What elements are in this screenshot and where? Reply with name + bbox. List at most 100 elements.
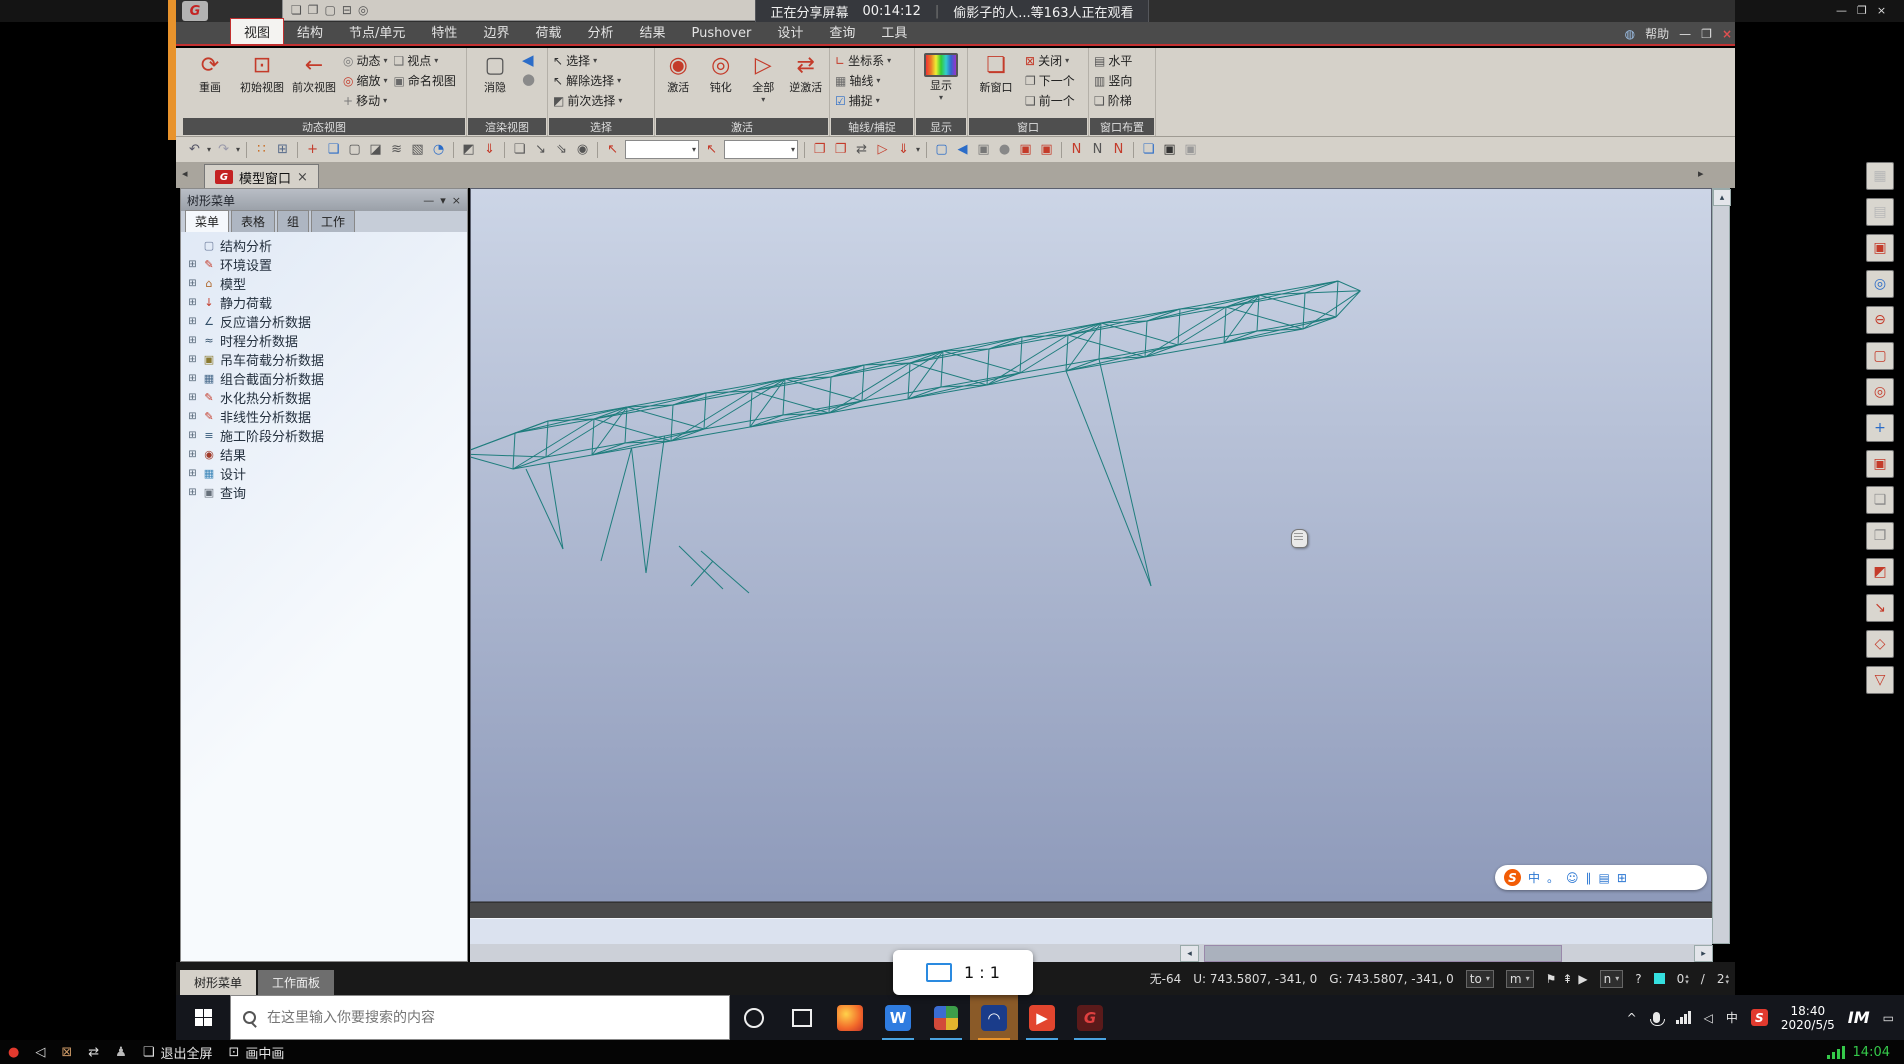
tab-model-window[interactable]: G 模型窗口 ×	[204, 164, 319, 189]
close-icon[interactable]: ×	[1877, 4, 1886, 17]
menu-tab-工具[interactable]: 工具	[868, 19, 920, 44]
presenter-icon[interactable]: ♟	[115, 1045, 127, 1060]
toolbar-icon-42[interactable]: N	[1110, 142, 1127, 157]
status-mini-icon-1[interactable]: ⇞	[1562, 972, 1572, 986]
toolbar-icon-24[interactable]: ↖	[703, 142, 720, 157]
taskbar-app-wpp[interactable]: ▶	[1018, 995, 1066, 1040]
tree-expander-icon[interactable]: ⊞	[187, 316, 198, 327]
camera-off-icon[interactable]: ⊠	[61, 1045, 72, 1060]
right-toolbar-icon-6[interactable]: ◎	[1866, 378, 1894, 406]
toolbar-icon-18[interactable]: ↘	[532, 142, 549, 157]
toolbar-icon-0[interactable]: ↶	[186, 142, 203, 157]
search-input[interactable]	[265, 1009, 689, 1027]
vscroll-up-icon[interactable]: ▴	[1713, 189, 1731, 206]
qat-icon-3[interactable]: ⊟	[342, 3, 352, 17]
tree-item-反应谱分析数据[interactable]: ⊞∠反应谱分析数据	[187, 312, 467, 331]
right-toolbar-icon-1[interactable]: ▤	[1866, 198, 1894, 226]
tree-item-组合截面分析数据[interactable]: ⊞▦组合截面分析数据	[187, 369, 467, 388]
ribbon-button-选择[interactable]: ↖选择▾	[551, 51, 624, 70]
tab-close-icon[interactable]: ×	[297, 170, 308, 185]
menu-tab-设计[interactable]: 设计	[764, 19, 816, 44]
taskbar-app-task-view[interactable]	[778, 995, 826, 1040]
tree-item-静力荷载[interactable]: ⊞↓静力荷载	[187, 293, 467, 312]
tree-tab-表格[interactable]: 表格	[231, 210, 275, 232]
tree-item-水化热分析数据[interactable]: ⊞✎水化热分析数据	[187, 388, 467, 407]
ribbon-button-阶梯[interactable]: ❏阶梯	[1092, 91, 1134, 110]
tree-expander-icon[interactable]: ⊞	[187, 449, 198, 460]
toolbar-icon-41[interactable]: N	[1089, 142, 1106, 157]
panel-pin-icon[interactable]: ▾	[440, 194, 446, 207]
sogou-icon-5[interactable]: ⊞	[1617, 871, 1627, 885]
toolbar-icon-29[interactable]: ⇄	[853, 142, 870, 157]
toolbar-icon-1[interactable]: ↷	[215, 142, 232, 157]
tree-expander-icon[interactable]: ⊞	[187, 487, 198, 498]
toolbar-icon-33[interactable]: ▢	[933, 142, 950, 157]
ribbon-button-激活[interactable]: ◉激活	[658, 51, 699, 95]
ribbon-button-前一个[interactable]: ❑前一个	[1023, 91, 1077, 110]
ribbon-button-前次视图[interactable]: ←前次视图	[289, 51, 339, 95]
ribbon-button-前次选择[interactable]: ◩前次选择▾	[551, 91, 624, 110]
right-toolbar-icon-8[interactable]: ▣	[1866, 450, 1894, 478]
tree-item-模型[interactable]: ⊞⌂模型	[187, 274, 467, 293]
sogou-icon-0[interactable]: 中	[1528, 869, 1540, 886]
right-toolbar-icon-4[interactable]: ⊖	[1866, 306, 1894, 334]
ribbon-button-捕捉[interactable]: ☑捕捉▾	[833, 91, 893, 110]
render-icon-0[interactable]: ◀	[522, 51, 535, 69]
toolbar-icon-44[interactable]: ❏	[1140, 142, 1157, 157]
action-center-icon[interactable]: ▭	[1883, 1011, 1894, 1025]
toolbar-icon-9[interactable]: ◪	[367, 142, 384, 157]
toolbar-icon-31[interactable]: ⇓	[895, 142, 912, 157]
tab-scroll-right-icon[interactable]: ▸	[1698, 167, 1704, 180]
toolbar-icon-22[interactable]: ↖	[604, 142, 621, 157]
tree-item-设计[interactable]: ⊞▦设计	[187, 464, 467, 483]
toolbar-icon-27[interactable]: ❐	[811, 142, 828, 157]
taskbar-app-midas-civil[interactable]: G	[1066, 995, 1114, 1040]
tree-item-吊车荷载分析数据[interactable]: ⊞▣吊车荷载分析数据	[187, 350, 467, 369]
ribbon-button-关闭[interactable]: ⊠关闭▾	[1023, 51, 1077, 70]
toolbar-icon-45[interactable]: ▣	[1161, 142, 1178, 157]
toolbar-icon-38[interactable]: ▣	[1038, 142, 1055, 157]
app-restore-button[interactable]: ❐	[1701, 27, 1712, 41]
tree-expander-icon[interactable]: ⊞	[187, 411, 198, 422]
toolbar-icon-34[interactable]: ◀	[954, 142, 971, 157]
status-mini-icon-0[interactable]: ⚑	[1546, 972, 1557, 986]
qat-icon-1[interactable]: ❐	[308, 3, 319, 17]
menu-tab-查询[interactable]: 查询	[816, 19, 868, 44]
ribbon-button-全部[interactable]: ▷全部▾	[743, 51, 784, 104]
toolbar-icon-7[interactable]: ❑	[325, 142, 342, 157]
panel-tab-工作面板[interactable]: 工作面板	[258, 970, 334, 995]
tree-tab-组[interactable]: 组	[277, 210, 309, 232]
menu-tab-节点/单元[interactable]: 节点/单元	[336, 19, 418, 44]
toolbar-icon-6[interactable]: +	[304, 142, 321, 157]
taskbar-app-wps[interactable]: W	[874, 995, 922, 1040]
tree-expander-icon[interactable]: ⊞	[187, 335, 198, 346]
record-icon[interactable]: ●	[8, 1045, 19, 1060]
toolbar-icon-15[interactable]: ⇓	[481, 142, 498, 157]
tree-item-时程分析数据[interactable]: ⊞≈时程分析数据	[187, 331, 467, 350]
tree-tab-菜单[interactable]: 菜单	[185, 210, 229, 232]
sogou-icon-2[interactable]: ☺	[1566, 871, 1579, 885]
taskbar-search[interactable]	[230, 995, 730, 1040]
pip-button[interactable]: ⊡ 画中画	[228, 1043, 284, 1062]
qat-icon-0[interactable]: ❏	[291, 3, 302, 17]
toolbar-icon-36[interactable]: ●	[996, 142, 1013, 157]
menu-tab-荷载[interactable]: 荷载	[522, 19, 574, 44]
ribbon-button-动态[interactable]: ◎动态▾	[341, 51, 390, 70]
right-toolbar-icon-7[interactable]: +	[1866, 414, 1894, 442]
force-unit-combo[interactable]: to▾	[1466, 970, 1494, 988]
status-page-total[interactable]: 2▴▾	[1717, 972, 1729, 986]
right-toolbar-icon-3[interactable]: ◎	[1866, 270, 1894, 298]
status-color-swatch[interactable]	[1654, 973, 1665, 984]
tree-tab-工作[interactable]: 工作	[311, 210, 355, 232]
help-icon[interactable]: ◍	[1625, 27, 1635, 41]
toolbar-combo-23[interactable]: ▾	[625, 140, 699, 159]
model-viewport[interactable]: S 中。☺∥▤⊞	[470, 188, 1712, 902]
menu-tab-Pushover[interactable]: Pushover	[679, 23, 765, 44]
input-lang-indicator[interactable]: 中	[1726, 1009, 1738, 1026]
render-icon-1[interactable]: ●	[522, 70, 535, 88]
toolbar-icon-8[interactable]: ▢	[346, 142, 363, 157]
taskbar-clock[interactable]: 18:40 2020/5/5	[1781, 1004, 1835, 1032]
ribbon-button-下一个[interactable]: ❐下一个	[1023, 71, 1077, 90]
app-close-button[interactable]: ×	[1722, 27, 1732, 41]
hscroll-left-icon[interactable]: ◂	[1180, 945, 1199, 962]
